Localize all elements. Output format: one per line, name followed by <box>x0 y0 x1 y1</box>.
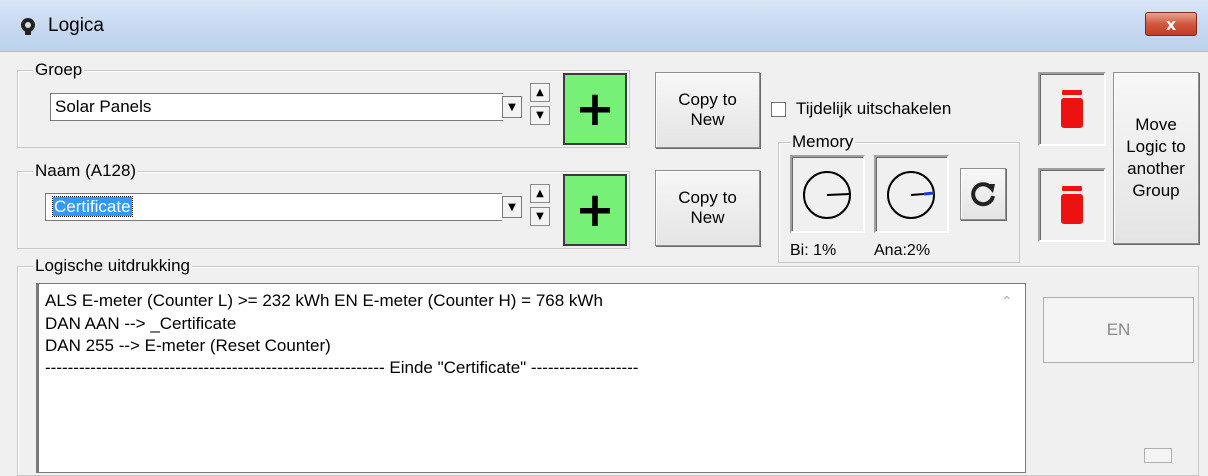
tijdelijk-uitschakelen-label[interactable]: Tijdelijk uitschakelen <box>796 99 951 119</box>
plus-icon: + <box>574 182 616 238</box>
close-button[interactable]: x <box>1145 12 1197 36</box>
title-bar: Logica x <box>0 0 1208 52</box>
chevron-down-icon: ▼ <box>508 101 516 113</box>
lightbulb-icon <box>21 18 35 35</box>
logic-line: ALS E-meter (Counter L) >= 232 kWh EN E-… <box>45 291 603 310</box>
naam-spin-up[interactable]: ▲ <box>530 184 550 203</box>
memory-label: Memory <box>790 132 856 151</box>
logic-line: ----------------------------------------… <box>45 358 639 377</box>
logic-line: DAN 255 --> E-meter (Reset Counter) <box>45 336 331 355</box>
add-naam-button[interactable]: + <box>563 174 627 246</box>
groep-spin-down[interactable]: ▼ <box>530 106 550 125</box>
en-button[interactable]: EN <box>1043 297 1194 363</box>
groep-spin-up[interactable]: ▲ <box>530 83 550 102</box>
naam-dropdown-arrow[interactable]: ▼ <box>502 196 522 218</box>
ana-memory-gauge <box>874 155 949 233</box>
scroll-handle[interactable] <box>1144 448 1172 463</box>
window-title: Logica <box>48 15 104 36</box>
move-logic-button[interactable]: Move Logic to another Group <box>1113 72 1199 244</box>
copy-groep-to-new-button[interactable]: Copy to New <box>655 72 760 148</box>
refresh-icon <box>971 182 995 207</box>
delete-naam-button[interactable] <box>1038 168 1106 242</box>
naam-label: Naam (A128) <box>33 161 139 180</box>
move-logic-label: Move Logic to another Group <box>1126 115 1186 200</box>
bi-gauge-icon <box>803 171 851 219</box>
naam-select-value: Certificate <box>52 196 133 217</box>
plus-icon: + <box>574 81 616 137</box>
tijdelijk-uitschakelen-checkbox[interactable] <box>771 102 786 117</box>
groep-select-value: Solar Panels <box>55 97 152 116</box>
logic-expression-textarea[interactable]: ALS E-meter (Counter L) >= 232 kWh EN E-… <box>36 283 1026 473</box>
arrow-up-icon: ▲ <box>536 188 544 199</box>
copy-to-new-label: Copy to New <box>678 188 737 227</box>
en-label: EN <box>1106 320 1131 339</box>
copy-naam-to-new-button[interactable]: Copy to New <box>655 170 760 246</box>
trash-icon <box>1061 186 1083 224</box>
chevron-down-icon: ▼ <box>508 201 516 213</box>
naam-select[interactable]: Certificate <box>45 193 502 221</box>
trash-icon <box>1061 90 1083 128</box>
arrow-up-icon: ▲ <box>536 87 544 98</box>
copy-to-new-label: Copy to New <box>678 90 737 129</box>
bi-memory-gauge <box>790 155 865 233</box>
close-icon: x <box>1165 14 1177 34</box>
delete-groep-button[interactable] <box>1038 72 1106 146</box>
naam-spin-down[interactable]: ▼ <box>530 207 550 226</box>
logic-line: DAN AAN --> _Certificate <box>45 314 237 333</box>
ana-gauge-icon <box>887 171 935 219</box>
groep-select[interactable]: Solar Panels <box>50 93 503 121</box>
groep-label: Groep <box>33 60 85 79</box>
scroll-up-icon[interactable]: ⌃ <box>1001 294 1013 310</box>
add-groep-button[interactable]: + <box>563 73 627 145</box>
ana-memory-label: Ana:2% <box>874 242 931 259</box>
logic-label: Logische uitdrukking <box>33 256 192 275</box>
arrow-down-icon: ▼ <box>536 110 544 121</box>
groep-dropdown-arrow[interactable]: ▼ <box>502 96 522 118</box>
refresh-memory-button[interactable] <box>960 168 1006 220</box>
arrow-down-icon: ▼ <box>536 211 544 222</box>
bi-memory-label: Bi: 1% <box>790 242 837 259</box>
